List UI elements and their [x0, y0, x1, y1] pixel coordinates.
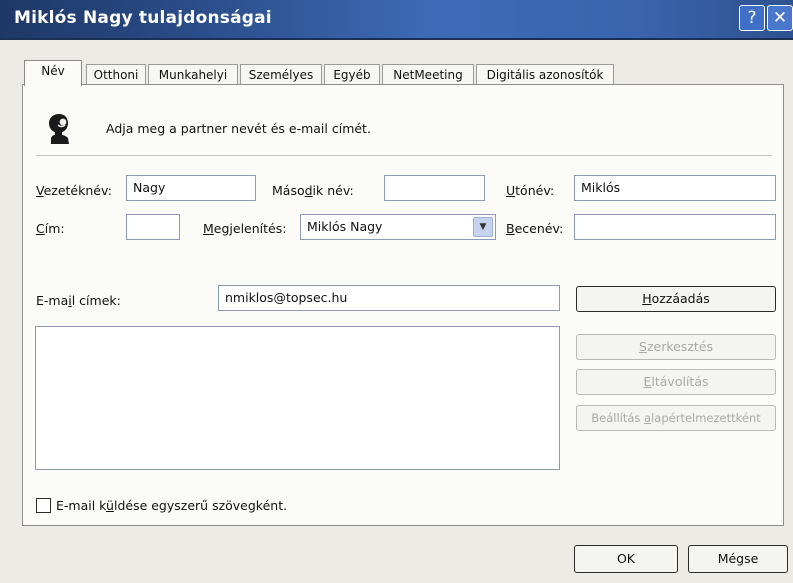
vezeteknev-label: Vezetéknév:	[36, 183, 112, 198]
set-default-button[interactable]: Beállítás alapértelmezettként	[576, 405, 776, 431]
close-button[interactable]: ✕	[767, 5, 793, 31]
becenev-label: Becenév:	[506, 221, 564, 236]
megjelenites-label: Megjelenítés:	[203, 221, 287, 236]
megjelenites-combobox[interactable]: Miklós Nagy ▼	[300, 214, 496, 240]
tab-digitalis-azonositok[interactable]: Digitális azonosítók	[476, 64, 614, 84]
header-divider	[36, 155, 772, 156]
help-icon: ?	[747, 8, 757, 28]
tab-netmeeting[interactable]: NetMeeting	[382, 64, 474, 84]
cancel-button[interactable]: Mégse	[688, 545, 788, 573]
ok-button[interactable]: OK	[574, 545, 678, 573]
masodik-nev-label: Második név:	[272, 183, 354, 198]
edit-button[interactable]: Szerkesztés	[576, 334, 776, 360]
help-button[interactable]: ?	[739, 5, 765, 31]
email-label: E-mail címek:	[36, 293, 121, 308]
instruction-text: Adja meg a partner nevét és e-mail címét…	[106, 121, 371, 136]
utonev-label: Utónév:	[506, 183, 555, 198]
utonev-field[interactable]: Miklós	[574, 175, 776, 201]
email-input[interactable]: nmiklos@topsec.hu	[218, 285, 560, 311]
plain-text-checkbox-label[interactable]: E-mail küldése egyszerű szövegként.	[56, 498, 287, 513]
plain-text-checkbox[interactable]	[36, 498, 51, 513]
chevron-down-icon[interactable]: ▼	[473, 217, 493, 237]
tab-szemelyes[interactable]: Személyes	[240, 64, 322, 84]
vezeteknev-field[interactable]: Nagy	[126, 175, 256, 201]
contact-properties-dialog: Miklós Nagy tulajdonságai ? ✕ Név Otthon…	[0, 0, 793, 583]
becenev-field[interactable]	[574, 214, 776, 240]
cim-label: Cím:	[36, 221, 65, 236]
masodik-nev-field[interactable]	[384, 175, 485, 201]
email-address-list[interactable]	[35, 326, 560, 470]
cim-field[interactable]	[126, 214, 180, 240]
tab-nev[interactable]: Név	[24, 60, 82, 86]
tab-otthoni[interactable]: Otthoni	[86, 64, 146, 84]
title-bar[interactable]: Miklós Nagy tulajdonságai ? ✕	[0, 0, 793, 40]
window-title: Miklós Nagy tulajdonságai	[14, 8, 272, 28]
tab-munkahelyi[interactable]: Munkahelyi	[148, 64, 238, 84]
megjelenites-value: Miklós Nagy	[307, 219, 383, 234]
tab-egyeb[interactable]: Egyéb	[324, 64, 380, 84]
remove-button[interactable]: Eltávolítás	[576, 369, 776, 395]
add-button[interactable]: Hozzáadás	[576, 286, 776, 312]
person-head-icon	[49, 114, 69, 144]
close-icon: ✕	[772, 8, 788, 28]
